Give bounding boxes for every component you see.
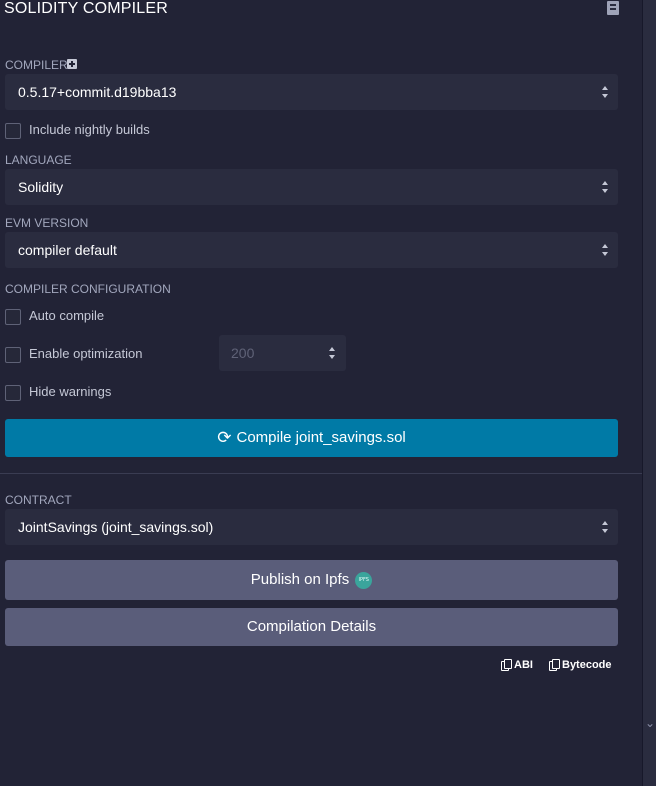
right-side-bar: [642, 0, 656, 786]
copy-bytecode-link[interactable]: Bytecode: [549, 659, 612, 671]
optimization-runs-value: 200: [231, 345, 255, 361]
panel-header: SOLIDITY COMPILER: [0, 0, 642, 20]
compilation-details-label: Compilation Details: [246, 618, 377, 635]
publish-ipfs-label: Publish on Ipfs: [250, 571, 350, 588]
auto-compile-checkbox[interactable]: [5, 309, 21, 325]
hide-warnings-checkbox[interactable]: [5, 385, 21, 401]
compile-button[interactable]: ⟳ Compile joint_savings.sol: [5, 419, 618, 457]
publish-ipfs-button[interactable]: Publish on Ipfs IPFS: [5, 560, 618, 600]
plus-square-icon[interactable]: [67, 59, 77, 69]
copy-abi-link[interactable]: ABI: [501, 659, 533, 671]
solidity-compiler-panel: SOLIDITY COMPILER COMPILER 0.5.17+commit…: [0, 0, 642, 786]
hide-warnings-label: Hide warnings: [29, 384, 112, 399]
copy-abi-label: ABI: [514, 659, 533, 671]
copy-bytecode-label: Bytecode: [562, 659, 612, 671]
optimization-checkbox[interactable]: [5, 347, 21, 363]
ipfs-logo-icon: IPFS: [355, 571, 373, 589]
chevron-down-icon[interactable]: ⌄: [645, 716, 655, 730]
copy-icon: [549, 659, 560, 671]
select-arrows-icon: [602, 243, 609, 257]
compile-button-label: Compile joint_savings.sol: [236, 429, 406, 446]
language-value: Solidity: [18, 179, 64, 195]
panel-title: SOLIDITY COMPILER: [4, 0, 169, 17]
stepper-arrows-icon[interactable]: [329, 346, 336, 360]
copy-icon: [501, 659, 512, 671]
section-divider: [0, 473, 642, 474]
auto-compile-label: Auto compile: [29, 308, 105, 323]
language-select[interactable]: Solidity: [5, 169, 618, 205]
compiler-configuration-label: COMPILER CONFIGURATION: [5, 282, 171, 296]
evm-version-select[interactable]: compiler default: [5, 232, 618, 268]
evm-version-value: compiler default: [18, 242, 117, 258]
compiler-version-select[interactable]: 0.5.17+commit.d19bba13: [5, 74, 618, 110]
sync-icon: ⟳: [217, 428, 232, 448]
select-arrows-icon: [602, 180, 609, 194]
select-arrows-icon: [602, 85, 609, 99]
language-label: LANGUAGE: [5, 153, 72, 167]
compilation-details-button[interactable]: Compilation Details: [5, 608, 618, 646]
compiler-label: COMPILER: [5, 58, 68, 72]
nightly-builds-label: Include nightly builds: [29, 122, 150, 137]
compiler-version-value: 0.5.17+commit.d19bba13: [18, 84, 177, 100]
contract-select[interactable]: JointSavings (joint_savings.sol): [5, 509, 618, 545]
evm-version-label: EVM VERSION: [5, 216, 89, 230]
contract-label: CONTRACT: [5, 493, 72, 507]
plugin-docs-icon[interactable]: [607, 1, 619, 15]
optimization-runs-input[interactable]: 200: [219, 335, 346, 371]
nightly-builds-checkbox[interactable]: [5, 123, 21, 139]
select-arrows-icon: [602, 520, 609, 534]
contract-value: JointSavings (joint_savings.sol): [18, 519, 214, 535]
optimization-label: Enable optimization: [29, 346, 143, 361]
